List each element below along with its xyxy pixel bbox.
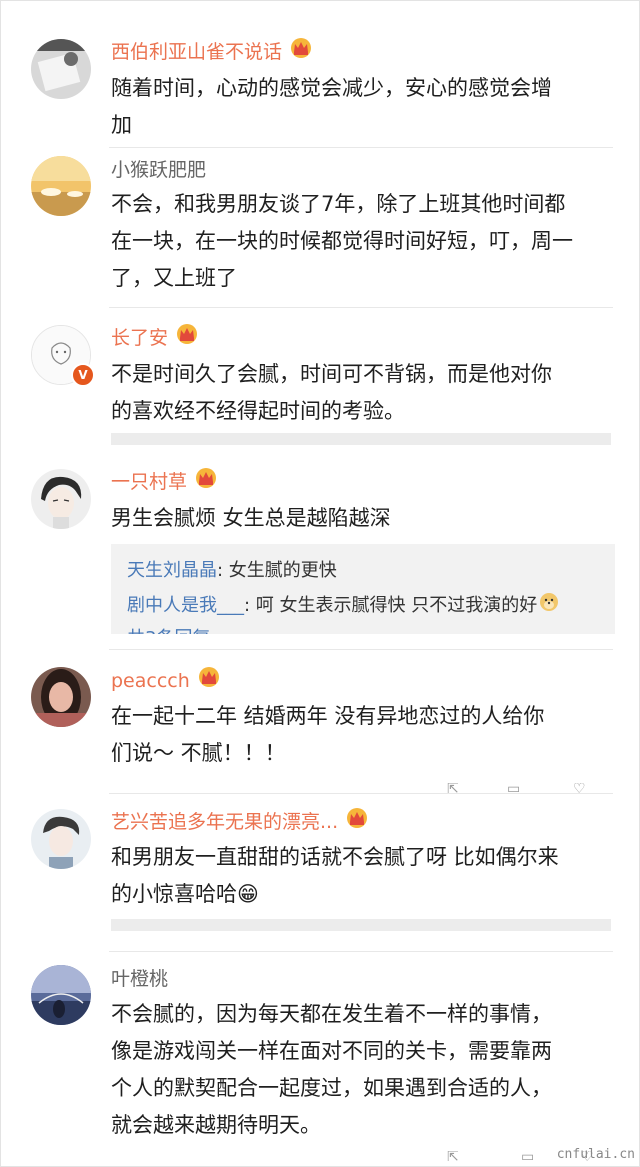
like-icon[interactable]: ♡ [573,783,586,793]
action-bar-cropped [111,919,611,931]
vip-crown-icon [196,666,222,694]
comment-feed: 西伯利亚山雀不说话 随着时间，心动的感觉会减少，安心的感觉会增 加 小猴跃肥肥 … [0,0,640,1167]
reply-preview-box[interactable]: 天生刘晶晶: 女生腻的更快 剧中人是我___: 呵 女生表示腻得快 只不过我演的… [111,544,615,634]
vip-crown-icon [193,467,219,495]
comment-text: 和男朋友一直甜甜的话就不会腻了呀 比如偶尔来 的小惊喜哈哈😁 [111,845,559,906]
comment-author-name[interactable]: 一只村草 [111,467,219,495]
reply-author[interactable]: 剧中人是我___ [127,595,244,616]
verified-badge-icon: V [71,363,95,387]
comment-author-name[interactable]: 叶橙桃 [111,967,168,991]
comment-icon[interactable]: ▭ [521,1151,534,1161]
divider [109,649,613,650]
comment-text: 在一起十二年 结婚两年 没有异地恋过的人给你 们说～ 不腻！！！ [111,704,545,765]
vip-crown-icon [174,323,200,351]
avatar[interactable] [31,809,91,869]
reply-more-cropped: 共3条回复 › [127,626,223,634]
vip-crown-icon [288,37,314,65]
comment-author-name[interactable]: 小猴跃肥肥 [111,158,206,182]
avatar[interactable] [31,667,91,727]
divider [109,307,613,308]
reply-author[interactable]: 天生刘晶晶 [127,560,217,581]
comment-author-name[interactable]: 西伯利亚山雀不说话 [111,37,314,65]
avatar-image [31,667,91,727]
comment-text: 男生会腻烦 女生总是越陷越深 [111,506,391,530]
avatar-image [31,156,91,216]
comment-icon[interactable]: ▭ [507,783,520,793]
comment-text: 随着时间，心动的感觉会减少，安心的感觉会增 加 [111,76,552,137]
comment-meta-cropped: ⇱ ▭ ♡ [111,783,616,793]
comment-author-name[interactable]: 长了安 [111,323,200,351]
comment-author-name[interactable]: peaccch [111,666,222,694]
reply-item: 剧中人是我___: 呵 女生表示腻得快 只不过我演的好 [127,592,559,620]
comment-author-name[interactable]: 艺兴苦追多年无果的漂亮... [111,807,370,835]
comment-meta-cropped: ⇱ ▭ ♡ [111,1151,616,1161]
avatar[interactable] [31,156,91,216]
share-icon[interactable]: ⇱ [447,783,459,793]
avatar[interactable] [31,469,91,529]
avatar-image [31,809,91,869]
comment-text: 不会腻的，因为每天都在发生着不一样的事情， 像是游戏闯关一样在面对不同的关卡，需… [111,1002,552,1137]
divider [109,793,613,794]
doge-emoji-icon [539,592,559,620]
divider [109,147,613,148]
avatar-image [31,965,91,1025]
divider [109,951,613,952]
reply-item: 天生刘晶晶: 女生腻的更快 [127,560,337,581]
avatar[interactable] [31,39,91,99]
avatar[interactable] [31,965,91,1025]
avatar-image [31,39,91,99]
share-icon[interactable]: ⇱ [447,1151,459,1161]
avatar-image [31,469,91,529]
comment-text: 不是时间久了会腻，时间可不背锅，而是他对你 的喜欢经不经得起时间的考验。 [111,362,552,423]
action-bar-cropped [111,433,611,445]
vip-crown-icon [344,807,370,835]
watermark: cnfulai.cn [556,1147,635,1162]
comment-text: 不会，和我男朋友谈了7年，除了上班其他时间都 在一块，在一块的时候都觉得时间好短… [111,192,573,290]
